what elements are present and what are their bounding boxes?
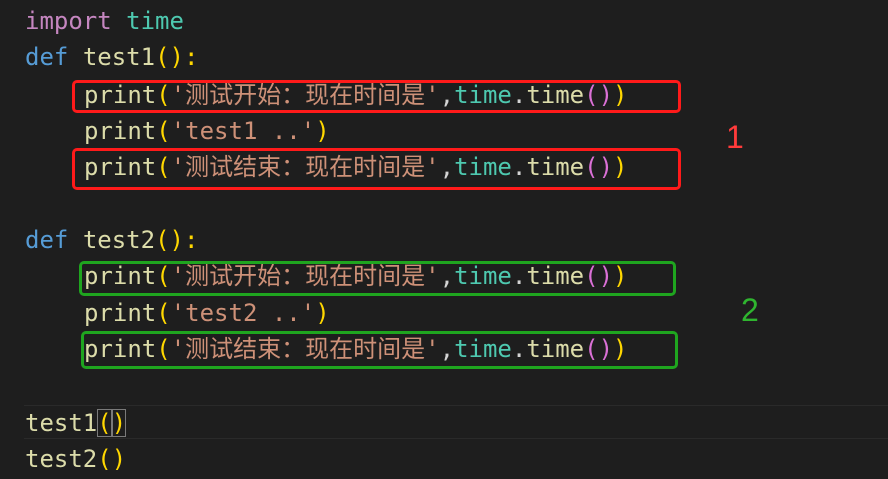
import-keyword: import: [25, 7, 112, 35]
annotation-box-red-start: [72, 80, 681, 113]
print-call: print: [84, 299, 157, 327]
open-paren: (: [97, 445, 112, 473]
open-paren: (: [156, 299, 171, 327]
code-line-def-test2[interactable]: def test2():: [25, 222, 198, 258]
close-paren: ): [315, 299, 330, 327]
code-line-print-test2[interactable]: print('test2 ..'): [84, 295, 330, 331]
close-paren: ): [315, 117, 330, 145]
code-line-print-test1[interactable]: print('test1 ..'): [84, 113, 330, 149]
code-line-import[interactable]: import time: [25, 3, 184, 39]
code-line-call-test1[interactable]: test1(): [25, 405, 127, 441]
function-name: test2: [82, 226, 156, 254]
annotation-box-red-end: [72, 148, 681, 190]
def-keyword: def: [25, 226, 69, 254]
annotation-label-1: 1: [726, 119, 744, 155]
current-line-highlight: [24, 405, 888, 439]
code-line-def-test1[interactable]: def test1():: [25, 39, 198, 75]
module-name: time: [126, 7, 184, 35]
print-call: print: [84, 117, 157, 145]
function-call: test1: [25, 409, 98, 437]
def-keyword: def: [25, 43, 69, 71]
string-literal: 'test1 ..': [170, 117, 316, 145]
string-literal: 'test2 ..': [170, 299, 316, 327]
annotation-label-2: 2: [741, 292, 759, 328]
code-line-call-test2[interactable]: test2(): [25, 441, 126, 477]
code-editor[interactable]: import time def test1(): print('测试开始：现在时…: [0, 0, 888, 479]
annotation-box-green-end: [81, 331, 678, 369]
function-call: test2: [25, 445, 98, 473]
open-paren-matched: (: [97, 409, 112, 437]
close-paren: ): [111, 445, 127, 473]
function-parens: ():: [155, 43, 199, 71]
annotation-box-green-start: [79, 261, 676, 296]
open-paren: (: [156, 117, 171, 145]
function-parens: ():: [155, 226, 199, 254]
close-paren-matched: ): [111, 409, 127, 437]
function-name: test1: [82, 43, 156, 71]
